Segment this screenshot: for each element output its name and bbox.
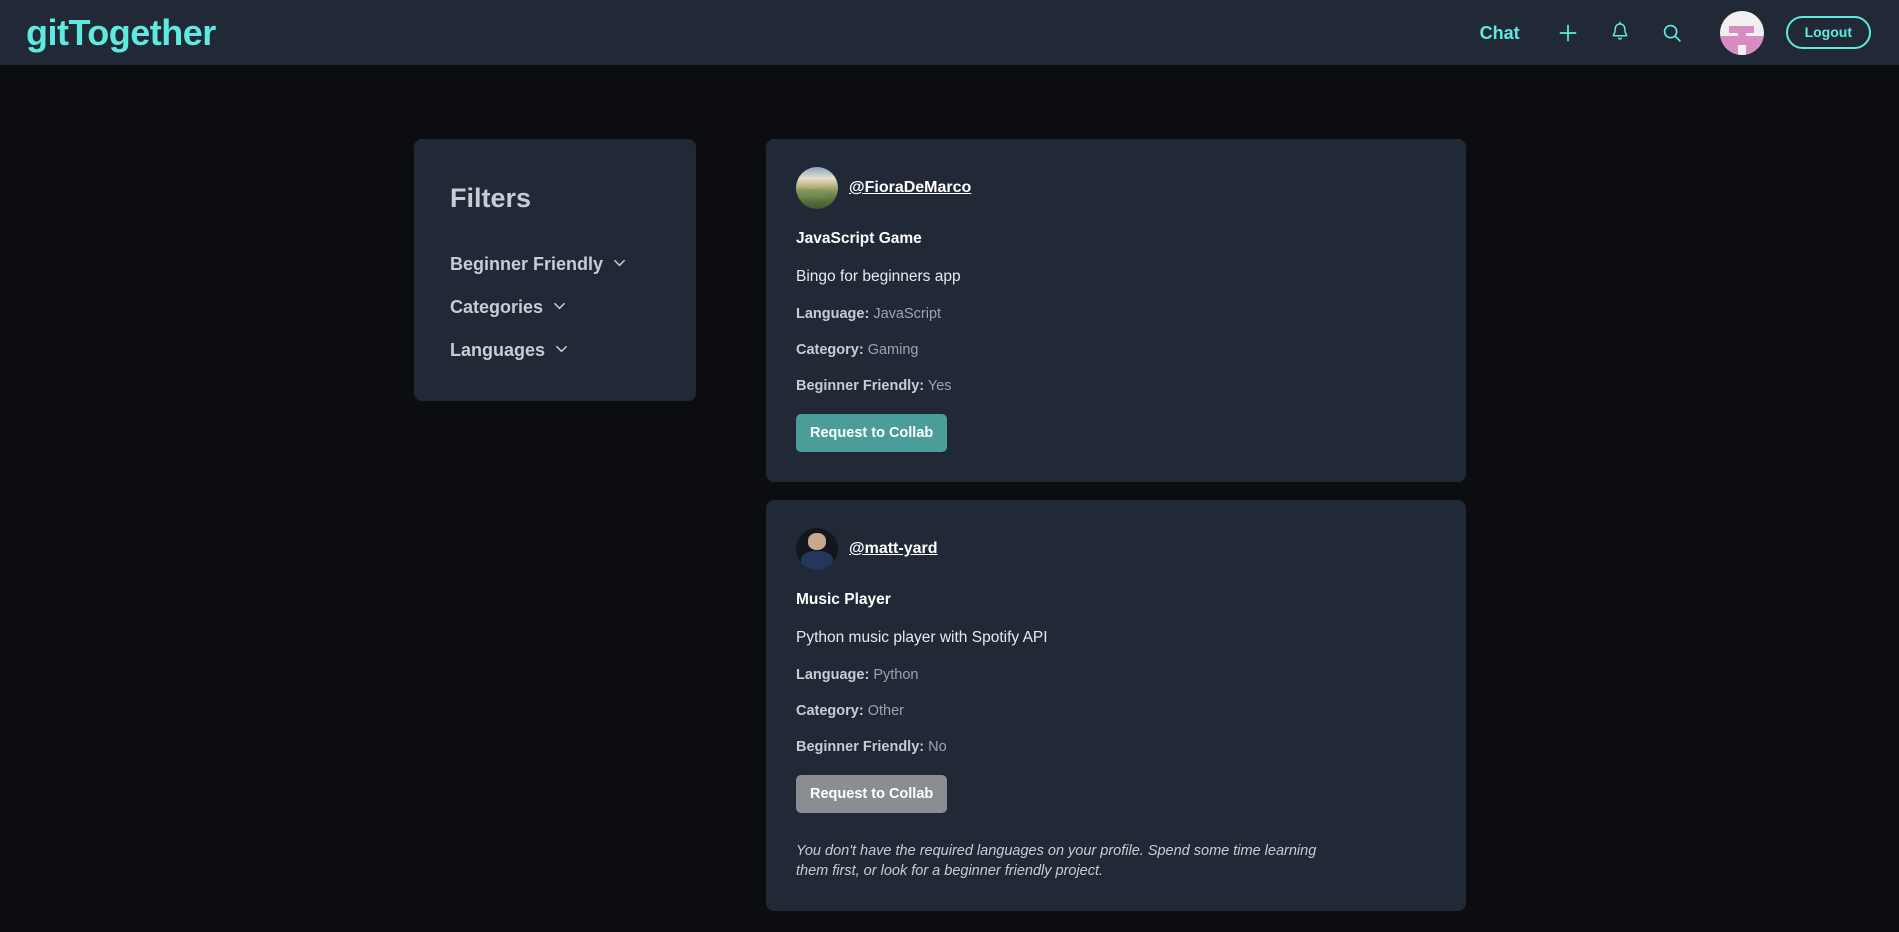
project-beginner-friendly: Beginner Friendly: No (796, 739, 1436, 755)
project-category: Category: Other (796, 703, 1436, 719)
bell-icon[interactable] (1594, 13, 1646, 53)
collab-restriction-note: You don't have the required languages on… (796, 842, 1336, 881)
language-label: Language: (796, 306, 869, 322)
beginner-friendly-label: Beginner Friendly: (796, 378, 924, 394)
request-to-collab-button[interactable]: Request to Collab (796, 775, 947, 813)
user-handle-link[interactable]: @matt-yard (849, 540, 938, 558)
project-list: @FioraDeMarco JavaScript Game Bingo for … (766, 139, 1466, 911)
project-title: Music Player (796, 591, 1436, 609)
category-label: Category: (796, 342, 864, 358)
chevron-down-icon (552, 297, 567, 318)
filter-categories[interactable]: Categories (450, 297, 660, 318)
category-label: Category: (796, 703, 864, 719)
filters-heading: Filters (450, 183, 660, 214)
search-icon[interactable] (1646, 13, 1698, 53)
user-avatar-image[interactable] (796, 528, 838, 570)
avatar[interactable] (1720, 11, 1764, 55)
project-language: Language: JavaScript (796, 306, 1436, 322)
filter-label: Languages (450, 340, 545, 361)
filters-panel: Filters Beginner Friendly Categories Lan… (414, 139, 696, 401)
filter-beginner-friendly[interactable]: Beginner Friendly (450, 254, 660, 275)
beginner-friendly-label: Beginner Friendly: (796, 739, 924, 755)
logout-button[interactable]: Logout (1786, 16, 1871, 49)
project-language: Language: Python (796, 667, 1436, 683)
project-description: Python music player with Spotify API (796, 629, 1436, 647)
filter-languages[interactable]: Languages (450, 340, 660, 361)
request-to-collab-button[interactable]: Request to Collab (796, 414, 947, 452)
navbar-actions: Chat Logout (1458, 11, 1871, 55)
language-value: JavaScript (873, 306, 941, 322)
beginner-friendly-value: Yes (928, 378, 952, 394)
chevron-down-icon (554, 340, 569, 361)
beginner-friendly-value: No (928, 739, 947, 755)
project-description: Bingo for beginners app (796, 268, 1436, 286)
category-value: Other (868, 703, 904, 719)
plus-icon[interactable] (1542, 13, 1594, 53)
project-category: Category: Gaming (796, 342, 1436, 358)
user-avatar-image[interactable] (796, 167, 838, 209)
language-label: Language: (796, 667, 869, 683)
card-user-row: @FioraDeMarco (796, 167, 1436, 209)
page-body: Filters Beginner Friendly Categories Lan… (0, 65, 1899, 911)
language-value: Python (873, 667, 918, 683)
app-logo[interactable]: gitTogether (26, 15, 216, 51)
user-handle-link[interactable]: @FioraDeMarco (849, 179, 971, 197)
project-card: @FioraDeMarco JavaScript Game Bingo for … (766, 139, 1466, 482)
card-user-row: @matt-yard (796, 528, 1436, 570)
project-card: @matt-yard Music Player Python music pla… (766, 500, 1466, 911)
project-title: JavaScript Game (796, 230, 1436, 248)
top-navbar: gitTogether Chat (0, 0, 1899, 65)
nav-chat-link[interactable]: Chat (1458, 24, 1542, 42)
filter-label: Beginner Friendly (450, 254, 603, 275)
chevron-down-icon (612, 254, 627, 275)
filter-label: Categories (450, 297, 543, 318)
category-value: Gaming (868, 342, 919, 358)
project-beginner-friendly: Beginner Friendly: Yes (796, 378, 1436, 394)
